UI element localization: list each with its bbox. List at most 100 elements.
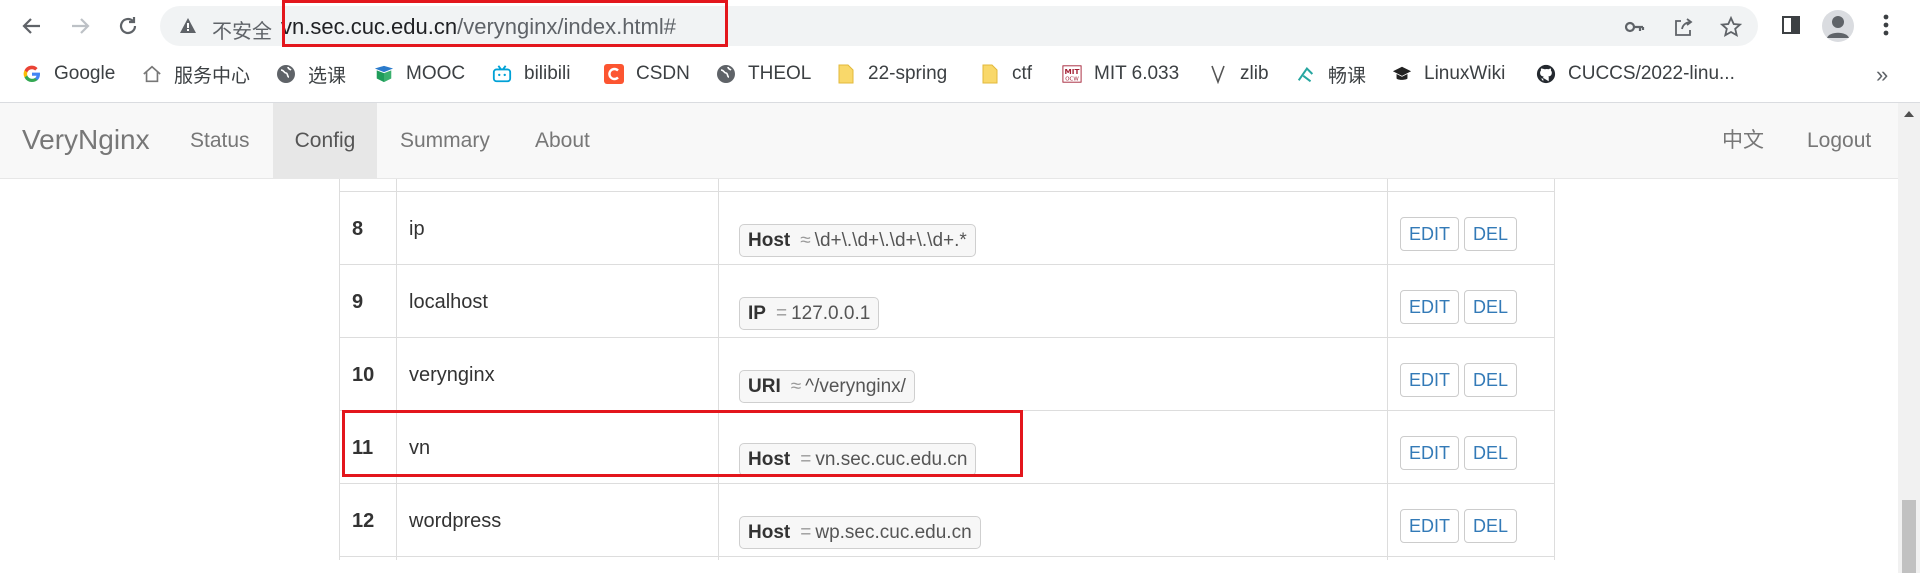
table-row: 8 ip Host ≈ \d+\.\d+\.\d+\.\d+.* EDIT DEL	[339, 192, 1555, 265]
svg-text:OCW: OCW	[1065, 76, 1079, 82]
github-icon	[1536, 64, 1556, 84]
home-icon	[142, 64, 162, 84]
edit-button[interactable]: EDIT	[1400, 436, 1460, 470]
menu-kebab-icon[interactable]	[1873, 12, 1899, 38]
page-scrollbar[interactable]	[1898, 103, 1920, 573]
bookmark-csdn[interactable]: CSDN	[604, 56, 690, 92]
bookmark-label: 畅课	[1328, 65, 1367, 87]
table-row-partial	[339, 179, 1555, 192]
condition-key: URI	[748, 376, 781, 397]
matcher-name: wordpress	[409, 510, 502, 532]
bookmark-22-spring[interactable]: 22-spring	[836, 56, 947, 92]
warning-icon[interactable]	[178, 16, 198, 36]
csdn-icon	[604, 64, 624, 84]
forward-button[interactable]	[62, 8, 98, 44]
bookmark-linuxwiki[interactable]: LinuxWiki	[1392, 56, 1505, 92]
reload-button[interactable]	[110, 8, 146, 44]
table-row: 9 localhost IP = 127.0.0.1 EDIT DEL	[339, 265, 1555, 338]
bookmark-label: Google	[54, 63, 116, 84]
nav-summary[interactable]: Summary	[400, 103, 490, 178]
table-row: 11 vn Host = vn.sec.cuc.edu.cn EDIT DEL	[339, 411, 1555, 484]
condition-key: Host	[748, 522, 791, 543]
scroll-up-icon[interactable]	[1904, 109, 1914, 117]
profile-avatar[interactable]	[1822, 10, 1854, 42]
matcher-name: verynginx	[409, 364, 495, 386]
mit-icon: MIT OCW	[1062, 64, 1082, 84]
share-icon[interactable]	[1672, 16, 1694, 38]
changke-icon	[1296, 64, 1316, 84]
language-toggle[interactable]: 中文	[1722, 103, 1764, 178]
graduation-cap-icon	[1392, 64, 1412, 84]
bookmark-changke[interactable]: 畅课	[1296, 56, 1366, 92]
bookmark-bilibili[interactable]: bilibili	[492, 56, 570, 92]
bookmark-course-select[interactable]: 选课	[276, 56, 346, 92]
bookmarks-bar: Google 服务中心 选课 MOOC bilibili CSDN THEOL	[0, 56, 1920, 92]
delete-button[interactable]: DEL	[1464, 290, 1518, 324]
condition-operator: =	[800, 522, 812, 543]
matcher-table: 8 ip Host ≈ \d+\.\d+\.\d+\.\d+.* EDIT DEL …	[339, 179, 1555, 560]
bookmark-theol[interactable]: THEOL	[716, 56, 811, 92]
nav-about[interactable]: About	[535, 103, 590, 178]
security-label[interactable]: 不安全	[212, 15, 272, 44]
svg-text:MIT: MIT	[1065, 67, 1080, 76]
scroll-thumb[interactable]	[1902, 500, 1916, 573]
edit-button[interactable]: EDIT	[1400, 290, 1460, 324]
nav-config[interactable]: Config	[273, 103, 377, 178]
edit-button[interactable]: EDIT	[1400, 217, 1460, 251]
folder-icon	[980, 64, 1000, 84]
edit-button[interactable]: EDIT	[1400, 509, 1460, 543]
brand-logo[interactable]: VeryNginx	[22, 124, 150, 156]
delete-button[interactable]: DEL	[1464, 436, 1518, 470]
bookmark-service-center[interactable]: 服务中心	[142, 56, 250, 92]
delete-button[interactable]: DEL	[1464, 509, 1518, 543]
google-icon	[22, 64, 42, 84]
condition-key: Host	[748, 449, 791, 470]
address-bar[interactable]: 不安全 vn.sec.cuc.edu.cn/verynginx/index.ht…	[160, 6, 1758, 46]
bookmark-mooc[interactable]: MOOC	[374, 56, 465, 92]
condition-tag: URI ≈ ^/verynginx/	[739, 370, 915, 403]
bookmark-label: THEOL	[748, 63, 812, 84]
nav-status[interactable]: Status	[190, 103, 260, 178]
app-navbar: VeryNginx Status Config Summary About 中文…	[0, 103, 1898, 179]
condition-key: Host	[748, 230, 791, 251]
condition-value: wp.sec.cuc.edu.cn	[815, 522, 972, 543]
more-bookmarks-button[interactable]: »	[1876, 62, 1888, 88]
condition-value: vn.sec.cuc.edu.cn	[815, 449, 968, 470]
bookmark-google[interactable]: Google	[22, 56, 115, 92]
logout-link[interactable]: Logout	[1807, 103, 1871, 178]
matcher-name: vn	[409, 437, 431, 459]
edit-button[interactable]: EDIT	[1400, 363, 1460, 397]
bookmark-label: 服务中心	[174, 65, 251, 87]
globe-icon	[276, 64, 296, 84]
table-row: 12 wordpress Host = wp.sec.cuc.edu.cn EDIT…	[339, 484, 1555, 557]
bookmark-mit[interactable]: MIT OCW MIT 6.033	[1062, 56, 1179, 92]
bookmark-label: CUCCS/2022-linu...	[1568, 63, 1735, 84]
delete-button[interactable]: DEL	[1464, 217, 1518, 251]
globe-icon	[716, 64, 736, 84]
bookmark-zlib[interactable]: zlib	[1208, 56, 1269, 92]
bookmark-label: zlib	[1240, 63, 1269, 84]
row-number: 10	[352, 364, 375, 386]
mooc-icon	[374, 64, 394, 84]
url-text[interactable]: vn.sec.cuc.edu.cn/verynginx/index.html#	[281, 14, 676, 40]
bookmark-label: MOOC	[406, 63, 466, 84]
key-icon[interactable]	[1623, 16, 1645, 38]
condition-operator: =	[800, 449, 812, 470]
condition-key: IP	[748, 303, 766, 324]
bookmark-label: 22-spring	[868, 63, 948, 84]
bookmark-label: CSDN	[636, 63, 690, 84]
row-number: 9	[352, 291, 364, 313]
folder-icon	[836, 64, 856, 84]
bookmark-ctf[interactable]: ctf	[980, 56, 1032, 92]
star-icon[interactable]	[1720, 16, 1742, 38]
delete-button[interactable]: DEL	[1464, 363, 1518, 397]
back-button[interactable]	[14, 8, 50, 44]
condition-operator: ≈	[800, 230, 811, 251]
matcher-name: ip	[409, 218, 425, 240]
forward-arrow-icon	[72, 18, 90, 34]
bookmark-label: MIT 6.033	[1094, 63, 1180, 84]
bookmark-label: LinuxWiki	[1424, 63, 1506, 84]
bookmark-cuccs[interactable]: CUCCS/2022-linu...	[1536, 56, 1735, 92]
condition-operator: =	[775, 303, 788, 324]
side-panel-icon[interactable]	[1778, 12, 1804, 38]
